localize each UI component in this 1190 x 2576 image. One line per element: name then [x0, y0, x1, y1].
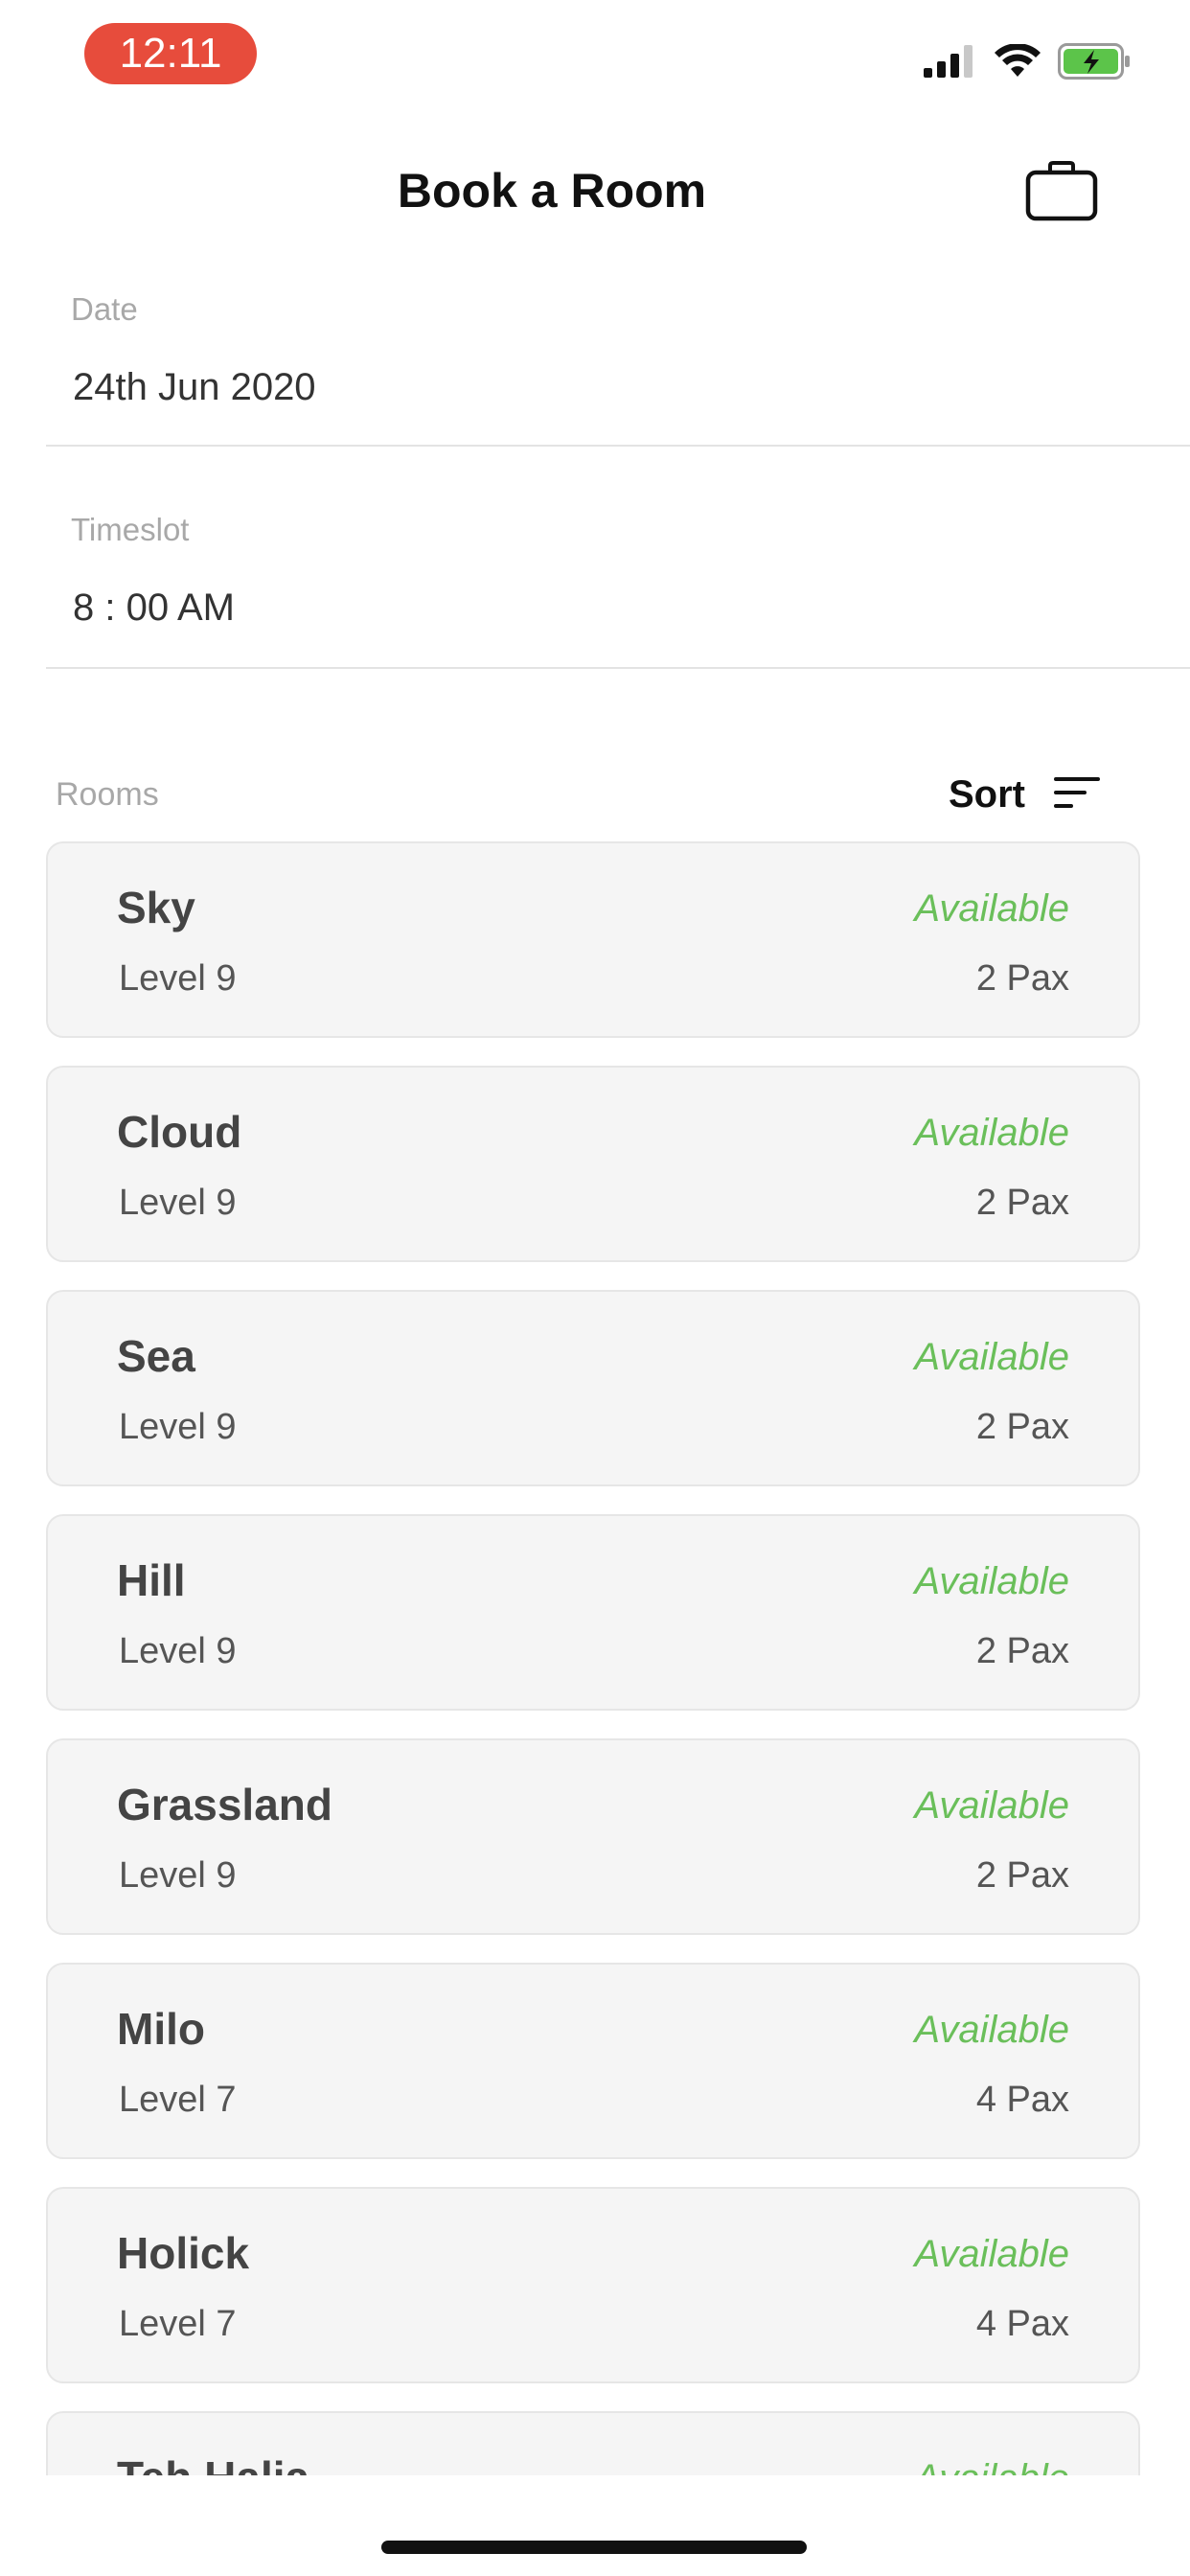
room-status: Available — [914, 1336, 1069, 1378]
room-status: Available — [914, 2233, 1069, 2275]
sort-button[interactable]: Sort — [949, 763, 1102, 826]
room-level: Level 9 — [119, 1183, 237, 1223]
room-name: Teh Halia — [117, 2451, 309, 2475]
room-name: Milo — [117, 2004, 205, 2054]
room-status: Available — [914, 1112, 1069, 1154]
room-status: Available — [914, 887, 1069, 930]
status-bar: 12:11 — [0, 0, 1190, 125]
header: Book a Room — [0, 144, 1190, 249]
room-name: Hill — [117, 1555, 186, 1605]
room-capacity: 2 Pax — [975, 1631, 1069, 1671]
timeslot-label: Timeslot — [71, 512, 190, 547]
room-card[interactable]: Cloud Level 9 Available 2 Pax — [46, 1066, 1140, 1262]
page-title: Book a Room — [397, 164, 707, 218]
room-list[interactable]: Sky Level 9 Available 2 Pax Cloud Level … — [46, 841, 1144, 2475]
room-name: Sky — [117, 883, 195, 932]
date-label: Date — [71, 291, 138, 327]
rooms-label: Rooms — [56, 776, 159, 813]
room-status: Available — [914, 1784, 1069, 1827]
room-card[interactable]: Teh Halia Available — [46, 2411, 1140, 2475]
room-level: Level 9 — [119, 1407, 237, 1447]
status-time: 12:11 — [84, 23, 257, 84]
cellular-signal-icon — [924, 44, 977, 82]
room-card[interactable]: Sky Level 9 Available 2 Pax — [46, 841, 1140, 1038]
room-capacity: 2 Pax — [975, 1183, 1069, 1223]
room-name: Sea — [117, 1331, 195, 1381]
timeslot-field[interactable]: Timeslot 8 : 00 AM — [46, 498, 1190, 669]
room-level: Level 9 — [119, 1631, 237, 1671]
room-level: Level 9 — [119, 958, 237, 999]
room-status: Available — [914, 2009, 1069, 2051]
room-level: Level 7 — [119, 2080, 237, 2120]
room-capacity: 2 Pax — [975, 958, 1069, 999]
home-indicator[interactable] — [381, 2541, 807, 2554]
room-level: Level 7 — [119, 2304, 237, 2344]
date-value[interactable]: 24th Jun 2020 — [73, 366, 316, 409]
room-card[interactable]: Milo Level 7 Available 4 Pax — [46, 1963, 1140, 2159]
date-field[interactable]: Date 24th Jun 2020 — [46, 278, 1190, 447]
sort-label: Sort — [949, 772, 1025, 816]
room-card[interactable]: Sea Level 9 Available 2 Pax — [46, 1290, 1140, 1486]
room-status: Available — [914, 2457, 1069, 2475]
room-card[interactable]: Hill Level 9 Available 2 Pax — [46, 1514, 1140, 1711]
room-status: Available — [914, 1560, 1069, 1602]
room-card[interactable]: Holick Level 7 Available 4 Pax — [46, 2187, 1140, 2383]
bag-icon — [1025, 160, 1098, 227]
room-capacity: 4 Pax — [975, 2080, 1069, 2120]
wifi-icon — [995, 42, 1041, 83]
battery-charging-icon — [1058, 42, 1131, 84]
room-name: Holick — [117, 2228, 250, 2278]
room-level: Level 9 — [119, 1855, 237, 1896]
bottom-safe-area — [0, 2475, 1190, 2576]
status-icons — [924, 42, 1131, 84]
room-capacity: 2 Pax — [975, 1855, 1069, 1896]
room-card[interactable]: Grassland Level 9 Available 2 Pax — [46, 1738, 1140, 1935]
my-bookings-button[interactable] — [1023, 159, 1100, 228]
timeslot-value[interactable]: 8 : 00 AM — [73, 586, 235, 630]
room-capacity: 4 Pax — [975, 2304, 1069, 2344]
room-capacity: 2 Pax — [975, 1407, 1069, 1447]
room-name: Cloud — [117, 1107, 242, 1157]
room-name: Grassland — [117, 1780, 332, 1829]
sort-lines-icon — [1054, 775, 1102, 815]
